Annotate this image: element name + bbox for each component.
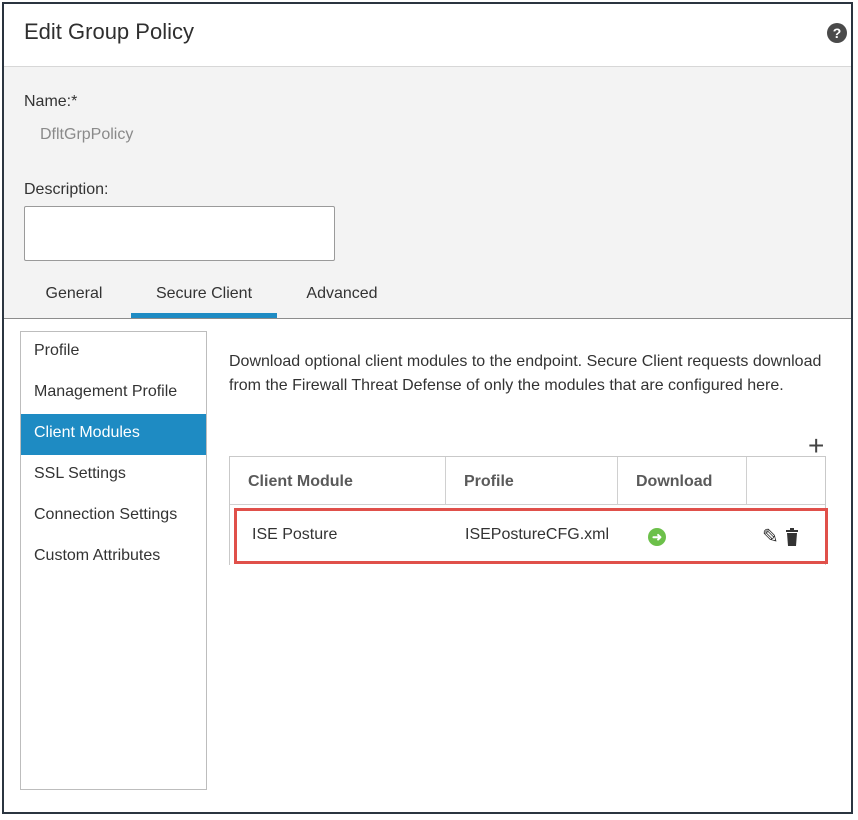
tab-advanced-label: Advanced: [306, 285, 378, 302]
column-header-client-module[interactable]: Client Module: [230, 457, 446, 505]
tab-secure-client-label: Secure Client: [155, 285, 253, 302]
dialog-header: Edit Group Policy ?: [4, 4, 851, 67]
sidebar-item-client-modules[interactable]: Client Modules: [21, 414, 206, 455]
column-header-actions: [747, 457, 825, 505]
name-value: DfltGrpPolicy: [40, 126, 134, 143]
pencil-icon[interactable]: ✎: [762, 524, 779, 549]
tab-secure-client[interactable]: Secure Client: [131, 283, 277, 318]
trash-icon[interactable]: [785, 528, 799, 546]
description-field[interactable]: [24, 206, 335, 261]
help-icon[interactable]: ?: [827, 23, 847, 43]
sidebar-item-management-profile[interactable]: Management Profile: [21, 373, 206, 414]
tab-advanced[interactable]: Advanced: [287, 283, 397, 318]
client-modules-description: Download optional client modules to the …: [229, 353, 822, 394]
tab-general-label: General: [45, 285, 103, 302]
profile-cell: ISEPostureCFG.xml: [465, 526, 610, 543]
client-module-cell: ISE Posture: [252, 526, 338, 543]
dialog-title: Edit Group Policy: [24, 19, 194, 44]
arrow-right-circle-icon[interactable]: ➜: [648, 528, 666, 546]
policy-form: Name:* DfltGrpPolicy Description: Genera…: [4, 67, 851, 319]
sidebar-item-profile[interactable]: Profile: [21, 332, 206, 373]
sidebar-item-custom-attributes[interactable]: Custom Attributes: [21, 537, 206, 578]
column-header-download[interactable]: Download: [618, 457, 747, 505]
sidebar-item-ssl-settings[interactable]: SSL Settings: [21, 455, 206, 496]
description-label: Description:: [24, 181, 109, 198]
table-row[interactable]: ISE Posture ISEPostureCFG.xml ➜ ✎: [234, 508, 828, 564]
name-label: Name:*: [24, 93, 78, 110]
column-header-profile[interactable]: Profile: [446, 457, 618, 505]
sidebar-item-connection-settings[interactable]: Connection Settings: [21, 496, 206, 537]
tab-general[interactable]: General: [24, 283, 124, 318]
secure-client-sidebar: Profile Management Profile Client Module…: [20, 331, 207, 790]
